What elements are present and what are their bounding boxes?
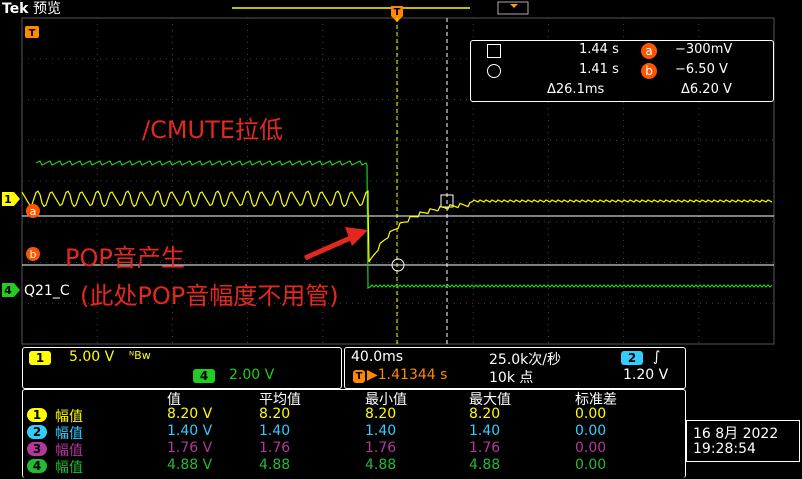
ch4-marker-label: 4 <box>4 284 12 297</box>
cursor-a-marker-label: a <box>30 205 37 218</box>
measurement-cell: 0.00 <box>575 457 607 473</box>
measurement-cell: 8.20 V <box>167 406 213 422</box>
measurement-cell: 1.40 <box>365 423 397 439</box>
ch1-scale-badge: 1 <box>29 351 51 365</box>
date: 16 8月 2022 <box>693 426 779 442</box>
measurement-cell: 4.88 <box>365 457 397 473</box>
measurement-panel[interactable]: 值 平均值 最小值 最大值 标准差 1 幅值 8.20 V 8.20 8.20 8.20 0… <box>22 389 686 478</box>
cursor-b-time: 1.41 s <box>579 62 619 77</box>
view-window-marker <box>510 4 518 8</box>
annotation-pop: POP音产生 <box>65 244 185 272</box>
time: 19:28:54 <box>693 441 756 457</box>
trigger-marker-label: T <box>394 7 401 18</box>
trigger-position-icon: T <box>353 370 365 383</box>
left-marker-label: T <box>29 28 36 39</box>
measurement-cell: 1.40 <box>469 423 501 439</box>
measurement-row[interactable]: 4 幅值 4.88 V 4.88 4.88 4.88 0.00 <box>23 457 685 476</box>
measurement-cell: 8.20 <box>259 406 291 422</box>
measurement-row[interactable]: 3 幅值 1.76 V 1.76 1.76 1.76 0.00 <box>23 440 685 459</box>
trigger-level[interactable]: 1.20 V <box>623 367 668 383</box>
ch4-label: Q21_C <box>24 283 70 299</box>
datetime-panel: 16 8月 2022 19:28:54 <box>686 420 800 462</box>
annotation-pop-amplitude: (此处POP音幅度不用管) <box>80 282 339 310</box>
circle-cursor-icon <box>487 64 501 78</box>
ch1-scale[interactable]: 5.00 V <box>69 349 114 365</box>
trigger-slope-icon: ∫ <box>653 349 661 365</box>
measurement-cell: 0.00 <box>575 406 607 422</box>
timebase[interactable]: 40.0ms <box>351 349 403 365</box>
measurement-row[interactable]: 2 幅值 1.40 V 1.40 1.40 1.40 0.00 <box>23 423 685 442</box>
measurement-cell: 1.76 <box>365 440 397 456</box>
annotation-cmute: /CMUTE拉低 <box>142 116 283 144</box>
ch1-marker-label: 1 <box>4 193 12 206</box>
measurement-cell: 1.76 <box>259 440 291 456</box>
cursor-b-marker-label: b <box>30 248 37 261</box>
cursor-delta-value: Δ6.20 V <box>681 82 732 97</box>
cursor-delta-time: Δ26.1ms <box>547 82 605 97</box>
measurement-cell: 1.76 V <box>167 440 213 456</box>
measurement-cell: 4.88 V <box>167 457 213 473</box>
measurement-cell: 8.20 <box>469 406 501 422</box>
measurement-channel-badge: 4 <box>27 459 47 473</box>
sample-rate: 25.0k次/秒 <box>489 352 561 368</box>
measurement-cell: 1.40 V <box>167 423 213 439</box>
cursor-b-value: −6.50 V <box>675 62 728 77</box>
measurement-channel-badge: 3 <box>27 442 47 456</box>
view-window <box>497 1 529 15</box>
bandwidth-icon: ᴺBw <box>129 349 151 362</box>
annotation-arrow-shaft <box>303 233 357 261</box>
horizontal-settings-panel[interactable]: 40.0ms 25.0k次/秒 T ▶1.41344 s 10k 点 2 ∫ 1… <box>344 347 686 389</box>
measurement-name: 幅值 <box>55 460 83 476</box>
vertical-settings-panel[interactable]: 1 5.00 V ᴺBw 4 2.00 V <box>22 347 342 389</box>
measurement-channel-badge: 1 <box>27 408 47 422</box>
trigger-position[interactable]: ▶1.41344 s <box>367 367 447 383</box>
measurement-cell: 1.76 <box>469 440 501 456</box>
cursor-readout-panel[interactable]: 1.44 s a −300mV 1.41 s b −6.50 V Δ26.1ms… <box>470 40 774 102</box>
trigger-source-badge: 2 <box>621 351 643 365</box>
measurement-cell: 0.00 <box>575 423 607 439</box>
ch4-scale[interactable]: 2.00 V <box>229 367 274 383</box>
measurement-cell: 4.88 <box>259 457 291 473</box>
measurement-cell: 4.88 <box>469 457 501 473</box>
ch4-scale-badge: 4 <box>193 369 215 383</box>
measurement-cell: 8.20 <box>365 406 397 422</box>
cursor-a-time: 1.44 s <box>579 42 619 57</box>
measurement-cell: 1.40 <box>259 423 291 439</box>
measurement-channel-badge: 2 <box>27 425 47 439</box>
cursor-b-badge: b <box>641 63 657 79</box>
measurement-cell: 0.00 <box>575 440 607 456</box>
cursor-a-badge: a <box>641 43 657 59</box>
measurement-row[interactable]: 1 幅值 8.20 V 8.20 8.20 8.20 0.00 <box>23 406 685 425</box>
record-length[interactable]: 10k 点 <box>489 367 533 387</box>
square-cursor-icon <box>487 44 501 58</box>
cursor-a-value: −300mV <box>675 42 733 57</box>
